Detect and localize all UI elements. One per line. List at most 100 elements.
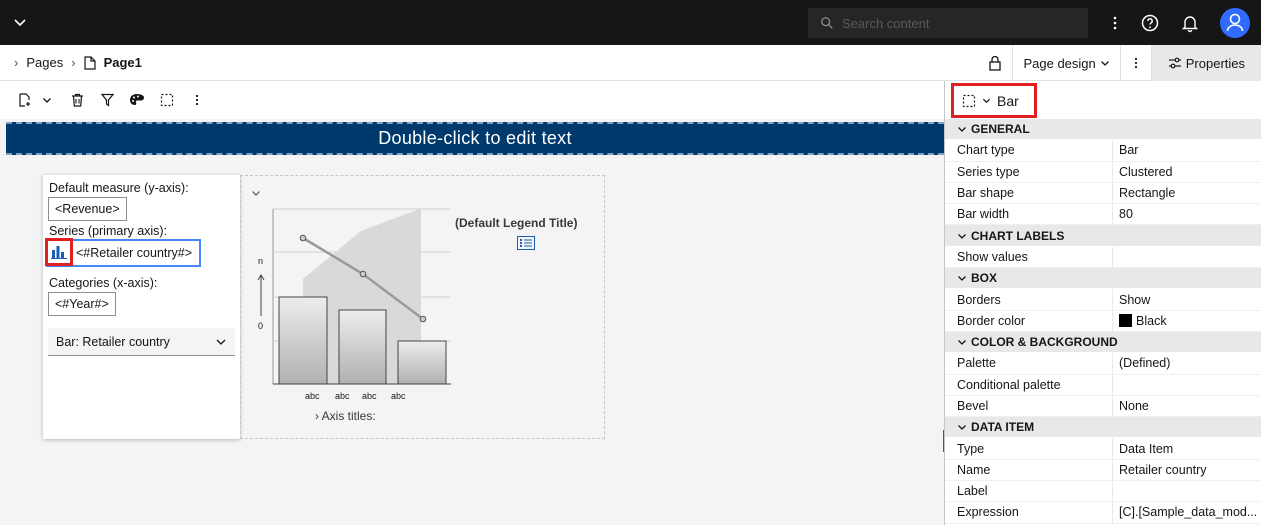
property-value[interactable]: 80	[1113, 204, 1261, 224]
search-icon	[821, 17, 833, 29]
toolbar-more-button[interactable]	[188, 91, 206, 109]
object-selector[interactable]: Bar	[951, 83, 1037, 118]
property-row[interactable]: Expression [C].[Sample_data_mod...	[945, 502, 1261, 524]
property-row[interactable]: Palette (Defined)	[945, 353, 1261, 375]
series-type-dropdown[interactable]: Bar: Retailer country	[48, 328, 235, 356]
property-key: Type	[945, 438, 1113, 459]
property-value[interactable]: Show	[1113, 289, 1261, 309]
report-title-block[interactable]: Double-click to edit text	[6, 122, 944, 155]
property-section-header[interactable]: GENERAL	[945, 119, 1261, 141]
series-type-value: Bar: Retailer country	[56, 334, 170, 349]
property-value-text: Black	[1136, 313, 1167, 328]
insert-button[interactable]	[16, 91, 34, 109]
property-key: Bevel	[945, 395, 1113, 417]
legend-title[interactable]: (Default Legend Title)	[455, 216, 577, 230]
overflow-menu-icon[interactable]	[1105, 13, 1125, 33]
page-design-dropdown[interactable]: Page design	[1012, 45, 1119, 81]
chevron-down-icon	[958, 340, 966, 346]
axis-titles-toggle[interactable]: › Axis titles:	[315, 409, 376, 423]
properties-label: Properties	[1185, 55, 1245, 71]
search-box[interactable]	[808, 8, 1088, 38]
property-value[interactable]: [C].[Sample_data_mod...	[1113, 502, 1261, 522]
property-value[interactable]: Black	[1113, 311, 1261, 331]
property-key: Borders	[945, 289, 1113, 310]
property-row[interactable]: Chart type Bar	[945, 140, 1261, 162]
select-container-button[interactable]	[158, 91, 176, 109]
chevron-right-icon[interactable]: ›	[14, 55, 18, 70]
chevron-down-icon	[958, 425, 966, 431]
property-section-header[interactable]: COLOR & BACKGROUND	[945, 331, 1261, 354]
style-button[interactable]	[128, 91, 146, 109]
chevron-down-icon[interactable]	[38, 91, 56, 109]
property-row[interactable]: Bar shape Rectangle	[945, 182, 1261, 205]
property-row[interactable]: Borders Show	[945, 289, 1261, 311]
select-frame-icon	[962, 94, 976, 107]
report-canvas[interactable]: Double-click to edit text Default measur…	[0, 119, 944, 525]
series-value: <#Retailer country#>	[76, 246, 193, 260]
chart-data-panel: Default measure (y-axis): <Revenue> Seri…	[43, 175, 240, 439]
property-value[interactable]: Clustered	[1113, 162, 1261, 182]
property-row[interactable]: Name Retailer country	[945, 459, 1261, 482]
property-value[interactable]: None	[1113, 396, 1261, 416]
property-row[interactable]: Bar width 80	[945, 204, 1261, 226]
categories-dropzone[interactable]: <#Year#>	[48, 292, 116, 316]
property-key: Chart type	[945, 140, 1113, 161]
property-row[interactable]: Type Data Item	[945, 438, 1261, 460]
property-row[interactable]: Bevel None	[945, 395, 1261, 418]
chevron-down-icon	[958, 127, 966, 133]
property-value[interactable]: Rectangle	[1113, 183, 1261, 203]
filter-button[interactable]	[98, 91, 116, 109]
property-row[interactable]: Label	[945, 481, 1261, 503]
chevron-down-icon	[958, 276, 966, 282]
sliders-icon	[1168, 57, 1181, 69]
property-value[interactable]	[1113, 375, 1261, 395]
chevron-down-icon	[1100, 61, 1109, 66]
properties-panel: Bar GENERAL Chart type Bar Series type Clust…	[944, 81, 1261, 525]
default-measure-dropzone[interactable]: <Revenue>	[48, 197, 127, 221]
user-avatar-icon	[1226, 13, 1244, 32]
notification-icon[interactable]	[1180, 13, 1200, 33]
property-section-header[interactable]: BOX	[945, 268, 1261, 290]
property-row[interactable]: Conditional palette	[945, 374, 1261, 396]
breadcrumb-bar: › Pages › Page1 Page design Properties	[0, 45, 1261, 81]
property-key: Show values	[945, 246, 1113, 268]
property-value[interactable]: Retailer country	[1113, 460, 1261, 480]
property-value[interactable]	[1113, 481, 1261, 501]
property-value[interactable]	[1113, 247, 1261, 267]
breadcrumb-current-page: Page1	[103, 55, 142, 70]
property-value[interactable]: Bar	[1113, 140, 1261, 160]
top-navigation-bar	[0, 0, 1261, 45]
bar-chart-icon[interactable]	[45, 238, 73, 266]
property-row[interactable]: Show values	[945, 246, 1261, 269]
property-value[interactable]: (Defined)	[1113, 353, 1261, 373]
property-row[interactable]: Border color Black	[945, 310, 1261, 332]
property-value-text: 80	[1119, 207, 1133, 222]
property-value-text: None	[1119, 399, 1149, 413]
breadcrumb-pages[interactable]: Pages	[26, 55, 63, 70]
property-value[interactable]: Data Item	[1113, 438, 1261, 458]
more-options-button[interactable]	[1119, 45, 1151, 81]
breadcrumb-separator-icon: ›	[71, 55, 76, 70]
property-value-text: (Defined)	[1119, 356, 1171, 371]
legend-icon[interactable]	[517, 236, 535, 250]
x-axis-tick-label: abc	[305, 391, 320, 401]
lock-button[interactable]	[978, 45, 1012, 81]
property-value-text: Retailer country	[1119, 462, 1207, 477]
property-section-header[interactable]: DATA ITEM	[945, 417, 1261, 439]
chevron-down-icon[interactable]	[12, 14, 28, 30]
property-row[interactable]: Series type Clustered	[945, 161, 1261, 183]
property-section-title: CHART LABELS	[971, 228, 1065, 243]
chevron-down-icon	[216, 339, 226, 345]
property-key: Series type	[945, 161, 1113, 182]
chart-preview-area[interactable]: n 0 abc abc abc abc › Axis titles: (Defa…	[240, 175, 605, 439]
help-icon[interactable]	[1140, 13, 1160, 33]
property-section-header[interactable]: CHART LABELS	[945, 225, 1261, 247]
search-input[interactable]	[842, 15, 1062, 31]
properties-button[interactable]: Properties	[1150, 45, 1261, 81]
user-avatar[interactable]	[1220, 8, 1250, 38]
trash-icon	[71, 93, 83, 107]
delete-button[interactable]	[68, 91, 86, 109]
series-dropzone[interactable]: <#Retailer country#>	[45, 238, 201, 267]
properties-header: Bar	[945, 81, 1261, 119]
insert-object-icon	[19, 93, 30, 107]
